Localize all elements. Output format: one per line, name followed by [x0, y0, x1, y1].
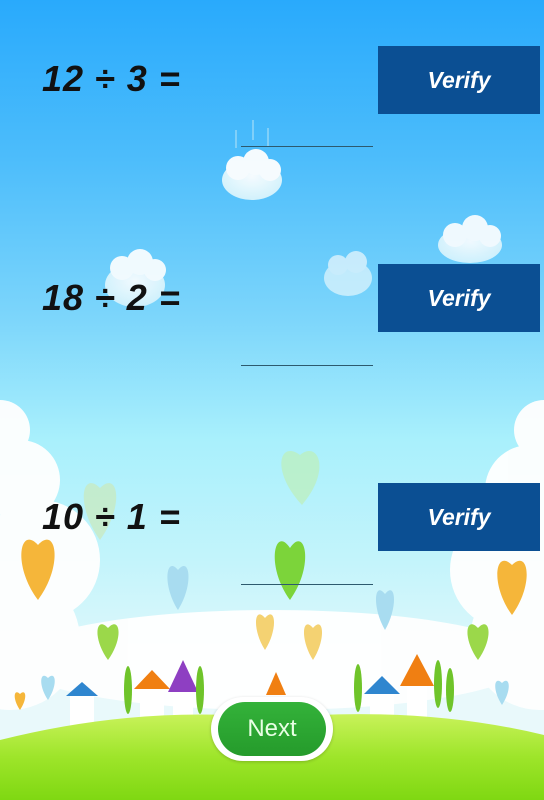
problem-1-answer-input[interactable] — [241, 108, 377, 150]
problem-3-verify-button[interactable]: Verify — [378, 483, 540, 551]
problem-1-expression: 12 ÷ 3 = — [42, 58, 181, 99]
problem-2-answer-input[interactable] — [241, 327, 377, 369]
problem-3-answer-underline — [241, 584, 373, 585]
problem-2-verify-button[interactable]: Verify — [378, 264, 540, 332]
cloud-hearts-2 — [438, 215, 502, 263]
problem-1-answer-underline — [241, 146, 373, 147]
problem-1-verify-button[interactable]: Verify — [378, 46, 540, 114]
problem-2-answer-underline — [241, 365, 373, 366]
next-button[interactable]: Next — [218, 702, 326, 756]
problem-2-expression: 18 ÷ 2 = — [42, 277, 181, 318]
problem-3-expression: 10 ÷ 1 = — [42, 496, 181, 537]
problem-3-answer-input[interactable] — [241, 545, 377, 587]
next-button-frame: Next — [211, 697, 333, 761]
cloud-hearts-3 — [324, 251, 372, 296]
